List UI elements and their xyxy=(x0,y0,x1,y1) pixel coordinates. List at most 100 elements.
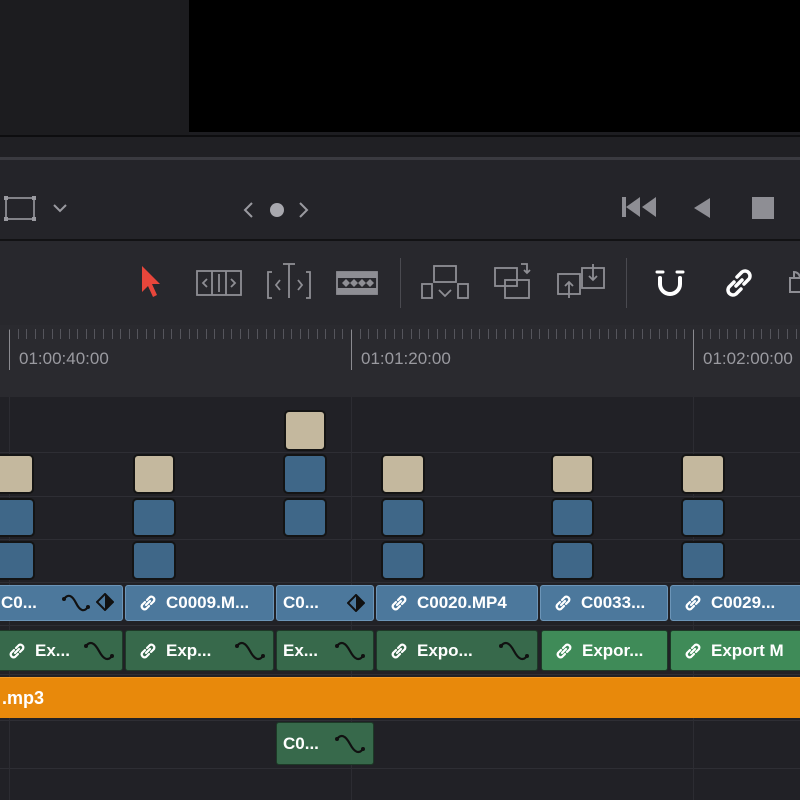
ruler-major-tick xyxy=(9,330,10,370)
video-clip[interactable]: C0... xyxy=(0,585,123,621)
compound-clip[interactable] xyxy=(681,541,725,580)
compound-clip[interactable] xyxy=(681,454,725,494)
ruler-minor-tick xyxy=(394,329,395,339)
ruler-minor-tick xyxy=(710,329,711,339)
crop-icon[interactable] xyxy=(4,196,36,227)
link-icon xyxy=(138,593,158,613)
clip-label: C0... xyxy=(1,593,37,612)
ruler-minor-tick xyxy=(300,329,301,339)
audio-clip[interactable]: Ex... xyxy=(276,630,374,671)
viewer-footer xyxy=(0,137,800,157)
clip-label: C0033... xyxy=(581,593,646,612)
video-clip[interactable]: C0020.MP4 xyxy=(376,585,538,621)
ruler-minor-tick xyxy=(573,329,574,339)
ruler-minor-tick xyxy=(676,329,677,339)
compound-clip[interactable] xyxy=(132,498,176,537)
audio-clip[interactable]: Expo... xyxy=(376,630,538,671)
selection-pointer-icon[interactable] xyxy=(138,264,164,305)
ruler-minor-tick xyxy=(43,329,44,339)
ruler-minor-tick xyxy=(642,329,643,339)
video-clip[interactable]: C0... xyxy=(276,585,374,621)
linked-selection-icon[interactable] xyxy=(722,266,756,305)
insert-clip-icon[interactable] xyxy=(420,264,470,307)
curve-icon xyxy=(499,641,529,660)
ruler-minor-tick xyxy=(60,329,61,339)
ruler-minor-tick xyxy=(608,329,609,339)
ruler-minor-tick xyxy=(539,329,540,339)
compound-clip[interactable] xyxy=(132,541,176,580)
next-arrow-icon[interactable] xyxy=(297,200,311,225)
compound-clip[interactable] xyxy=(133,454,175,494)
compound-clip[interactable] xyxy=(0,454,34,494)
clip-label: C0009.M... xyxy=(166,593,250,612)
compound-clip[interactable] xyxy=(381,498,425,537)
replace-clip-icon[interactable] xyxy=(556,262,608,307)
ruler-minor-tick xyxy=(197,329,198,339)
audio-clip[interactable]: Export M xyxy=(670,630,800,671)
compound-clip[interactable] xyxy=(0,498,35,537)
link-icon xyxy=(138,641,158,661)
prev-arrow-icon[interactable] xyxy=(241,200,255,225)
ruler-minor-tick xyxy=(650,329,651,339)
ruler-minor-tick xyxy=(548,329,549,339)
ruler-minor-tick xyxy=(437,329,438,339)
compound-clip[interactable] xyxy=(681,498,725,537)
video-clip[interactable]: C0033... xyxy=(540,585,668,621)
ruler-minor-tick xyxy=(35,329,36,339)
compound-clip[interactable] xyxy=(284,410,326,451)
ruler-minor-tick xyxy=(471,329,472,339)
compound-clip[interactable] xyxy=(551,541,594,580)
keyframe-icon xyxy=(96,593,114,611)
video-clip[interactable]: C0009.M... xyxy=(125,585,274,621)
audio-clip[interactable]: Exp... xyxy=(125,630,274,671)
music-audio-clip[interactable]: .mp3 xyxy=(0,677,800,718)
compound-clip[interactable] xyxy=(551,498,594,537)
ruler-minor-tick xyxy=(753,329,754,339)
trim-edit-icon[interactable] xyxy=(195,266,243,305)
ruler-minor-tick xyxy=(317,329,318,339)
overwrite-clip-icon[interactable] xyxy=(493,262,535,307)
ruler-minor-tick xyxy=(206,329,207,339)
ruler-minor-tick xyxy=(582,329,583,339)
dynamic-trim-icon[interactable] xyxy=(266,262,312,305)
compound-clip[interactable] xyxy=(381,541,425,580)
blade-icon[interactable] xyxy=(336,270,378,301)
go-to-start-icon[interactable] xyxy=(620,195,660,224)
dot-icon[interactable] xyxy=(269,202,285,223)
audio-clip[interactable]: C0... xyxy=(276,722,374,765)
ruler-minor-tick xyxy=(599,329,600,339)
track-divider xyxy=(0,539,800,540)
compound-clip[interactable] xyxy=(0,541,35,580)
snapping-icon[interactable] xyxy=(654,268,688,305)
ruler-minor-tick xyxy=(479,329,480,339)
ruler-minor-tick xyxy=(283,329,284,339)
curve-icon xyxy=(235,641,265,660)
video-clip[interactable]: C0029... xyxy=(670,585,800,621)
clip-label: Ex... xyxy=(35,640,70,660)
stop-icon[interactable] xyxy=(751,196,775,225)
ruler-minor-tick xyxy=(505,329,506,339)
ruler-major-tick xyxy=(693,330,694,370)
toolbar-divider xyxy=(626,258,627,308)
ruler-minor-tick xyxy=(223,329,224,339)
audio-clip[interactable]: Expor... xyxy=(541,630,668,671)
audio-clip[interactable]: Ex... xyxy=(0,630,123,671)
ruler-minor-tick xyxy=(633,329,634,339)
track-divider xyxy=(0,674,800,675)
compound-clip[interactable] xyxy=(283,454,327,494)
ruler-minor-tick xyxy=(531,329,532,339)
ruler-minor-tick xyxy=(625,329,626,339)
compound-clip[interactable] xyxy=(283,498,327,537)
lock-icon[interactable] xyxy=(788,264,800,303)
ruler-minor-tick xyxy=(231,329,232,339)
ruler-minor-tick xyxy=(787,329,788,339)
compound-clip[interactable] xyxy=(551,454,594,494)
track-divider xyxy=(0,720,800,721)
clip-label: Ex... xyxy=(283,640,318,660)
ruler-minor-tick xyxy=(171,329,172,339)
ruler-minor-tick xyxy=(445,329,446,339)
compound-clip[interactable] xyxy=(381,454,425,494)
play-reverse-icon[interactable] xyxy=(690,196,712,225)
ruler-minor-tick xyxy=(761,329,762,339)
chevron-down-icon[interactable] xyxy=(52,201,68,220)
